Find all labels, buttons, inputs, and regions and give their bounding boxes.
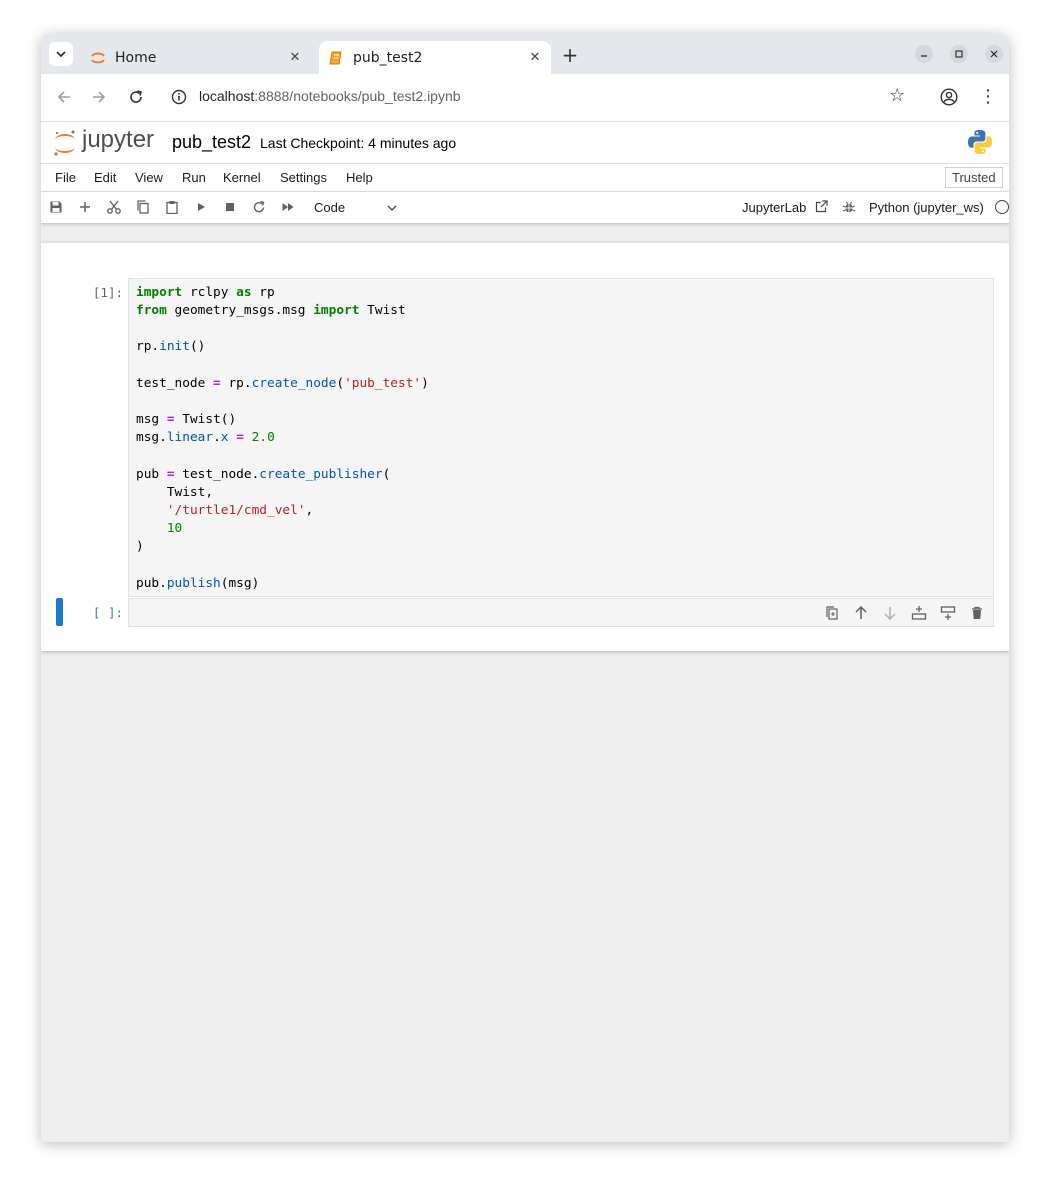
- browser-window: Home ✕ pub_test2 ✕ + localhost:8888/note…: [41, 34, 1009, 1142]
- url-text[interactable]: localhost:8888/notebooks/pub_test2.ipynb: [199, 88, 461, 104]
- tab-home[interactable]: Home ✕: [81, 41, 311, 74]
- code-cell-editor[interactable]: import rclpy as rp from geometry_msgs.ms…: [128, 278, 994, 597]
- close-window-icon[interactable]: [985, 45, 1003, 63]
- tab-pub-test2[interactable]: pub_test2 ✕: [319, 41, 551, 74]
- move-up-icon[interactable]: [853, 605, 869, 621]
- copy-icon[interactable]: [135, 199, 151, 215]
- restart-icon[interactable]: [251, 199, 267, 215]
- url-path: :8888/notebooks/pub_test2.ipynb: [254, 88, 461, 104]
- jupyter-header: jupyter pub_test2 Last Checkpoint: 4 min…: [41, 122, 1009, 164]
- omnibox[interactable]: localhost:8888/notebooks/pub_test2.ipynb: [161, 80, 921, 114]
- trusted-indicator[interactable]: Trusted: [945, 167, 1003, 188]
- fast-forward-icon[interactable]: [280, 199, 296, 215]
- cell-type-select[interactable]: Code: [314, 200, 345, 215]
- reload-icon[interactable]: [125, 86, 147, 108]
- menu-run[interactable]: Run: [182, 170, 206, 185]
- debugger-icon[interactable]: [842, 200, 856, 214]
- menu-view[interactable]: View: [135, 170, 163, 185]
- cell-prompt: [1]:: [92, 285, 123, 300]
- close-icon[interactable]: ✕: [285, 48, 305, 68]
- cell-prompt: [ ]:: [92, 605, 123, 620]
- insert-below-icon[interactable]: [940, 605, 956, 621]
- chevron-down-icon[interactable]: [386, 202, 398, 214]
- profile-icon[interactable]: [940, 88, 958, 106]
- jupyter-logo-icon[interactable]: [53, 128, 77, 158]
- stop-icon[interactable]: [222, 199, 238, 215]
- jupyter-logo-text: jupyter: [82, 126, 155, 153]
- run-icon[interactable]: [193, 199, 209, 215]
- delete-cell-icon[interactable]: [969, 605, 985, 621]
- menu-kernel[interactable]: Kernel: [223, 170, 261, 185]
- menu-help[interactable]: Help: [346, 170, 373, 185]
- maximize-icon[interactable]: [950, 45, 968, 63]
- paste-icon[interactable]: [164, 199, 180, 215]
- back-icon[interactable]: [53, 86, 75, 108]
- notebook-name[interactable]: pub_test2: [172, 132, 251, 153]
- info-icon[interactable]: [171, 89, 187, 105]
- notebook-panel: [1]: import rclpy as rp from geometry_ms…: [41, 243, 1009, 651]
- jupyter-favicon-icon: [90, 50, 106, 66]
- menu-settings[interactable]: Settings: [280, 170, 327, 185]
- tab-search-icon[interactable]: [49, 42, 73, 66]
- forward-icon[interactable]: [88, 86, 110, 108]
- active-cell-indicator: [56, 598, 63, 626]
- notebook-favicon-icon: [328, 50, 344, 66]
- external-link-icon[interactable]: [815, 200, 828, 213]
- add-cell-icon[interactable]: [77, 199, 93, 215]
- menu-edit[interactable]: Edit: [94, 170, 116, 185]
- cut-icon[interactable]: [106, 199, 122, 215]
- kernel-name[interactable]: Python (jupyter_ws): [869, 200, 984, 215]
- notebook-toolbar: Code JupyterLab Python (jupyter_ws): [41, 192, 1009, 224]
- menu-bar: File Edit View Run Kernel Settings Help …: [41, 164, 1009, 192]
- more-vert-icon[interactable]: ⋮: [979, 86, 997, 107]
- save-icon[interactable]: [48, 199, 64, 215]
- menu-file[interactable]: File: [55, 170, 76, 185]
- address-bar: localhost:8888/notebooks/pub_test2.ipynb…: [41, 74, 1009, 122]
- move-down-icon[interactable]: [882, 605, 898, 621]
- minimize-icon[interactable]: [915, 45, 933, 63]
- star-icon[interactable]: ☆: [889, 85, 905, 106]
- last-checkpoint: Last Checkpoint: 4 minutes ago: [260, 135, 457, 151]
- insert-above-icon[interactable]: [911, 605, 927, 621]
- code-source[interactable]: import rclpy as rp from geometry_msgs.ms…: [129, 279, 993, 598]
- tab-strip: Home ✕ pub_test2 ✕ +: [41, 34, 1009, 74]
- tab-title: Home: [115, 49, 157, 66]
- url-host: localhost: [199, 88, 255, 104]
- tab-title: pub_test2: [353, 49, 423, 66]
- duplicate-cell-icon[interactable]: [824, 605, 840, 621]
- close-icon[interactable]: ✕: [525, 48, 545, 68]
- python-logo-icon: [968, 130, 992, 154]
- open-jupyterlab-button[interactable]: JupyterLab: [742, 200, 806, 215]
- plus-icon[interactable]: +: [559, 43, 581, 67]
- kernel-status-icon: [995, 200, 1009, 214]
